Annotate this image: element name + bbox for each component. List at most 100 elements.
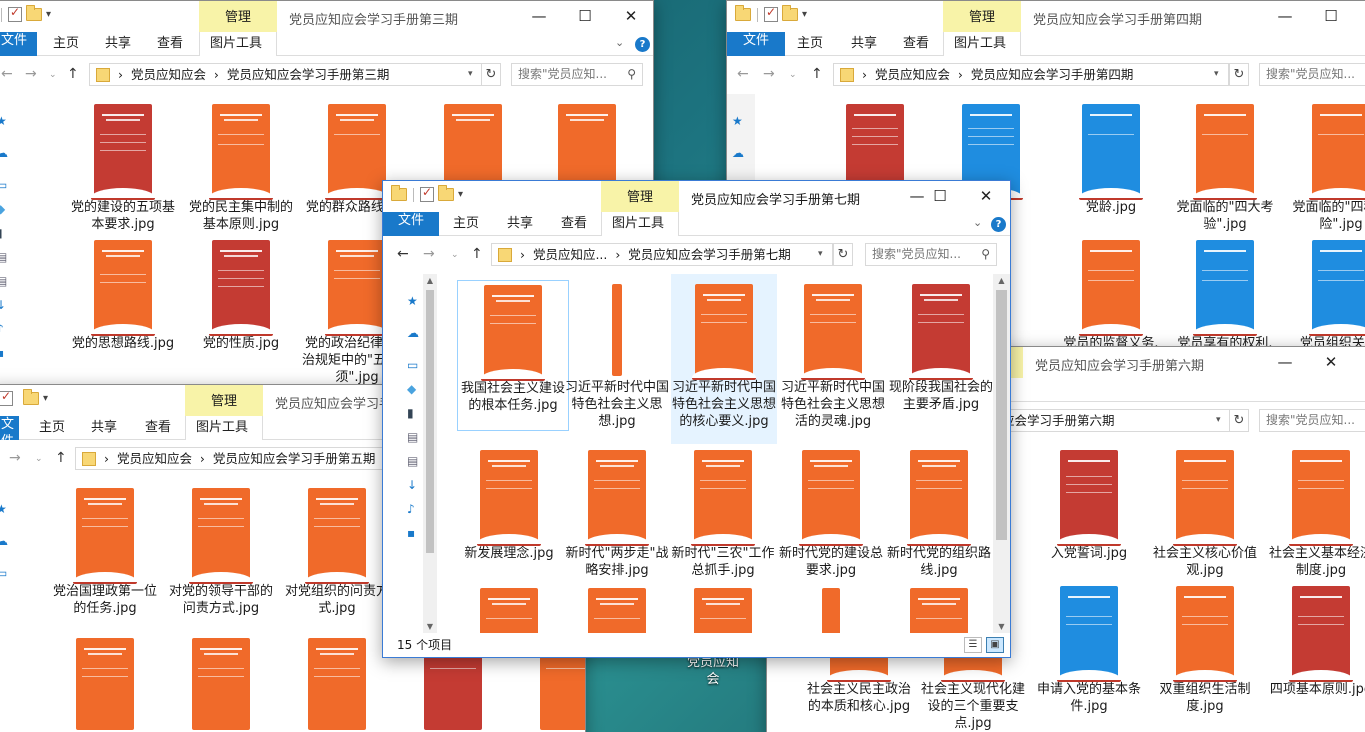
up-arrow-icon[interactable]: ↑ xyxy=(811,66,823,82)
file-item[interactable]: 党的民主集中制的基本原则.jpg xyxy=(185,104,297,233)
scroll-up-arrow[interactable]: ▲ xyxy=(423,276,437,285)
large-icons-view-button[interactable]: ▣ xyxy=(986,637,1004,653)
documents-icon[interactable]: ▤ xyxy=(0,274,7,288)
documents-icon[interactable]: ▤ xyxy=(407,454,418,468)
file-item[interactable]: 新时代党的组织路线.jpg xyxy=(883,450,993,579)
file-item[interactable] xyxy=(883,588,993,633)
file-item[interactable] xyxy=(775,588,887,633)
scroll-down-arrow[interactable]: ▼ xyxy=(993,622,1010,631)
help-icon[interactable]: ? xyxy=(991,217,1006,232)
3d-objects-icon[interactable]: ◆ xyxy=(0,202,5,216)
downloads-icon[interactable]: ↓ xyxy=(0,298,6,312)
file-item[interactable] xyxy=(281,638,393,732)
navigation-pane[interactable]: ★ ☁ ▭ ◆ ▮ ▤ ▤ ↓ ♪ ▪ xyxy=(383,274,423,633)
content-scrollbar[interactable]: ▲ ▼ xyxy=(993,274,1010,633)
desktop-icon[interactable]: ▪ xyxy=(0,346,4,360)
up-arrow-icon[interactable]: ↑ xyxy=(471,246,483,262)
file-item[interactable]: 申请入党的基本条件.jpg xyxy=(1033,586,1145,715)
new-folder-icon[interactable] xyxy=(438,185,454,201)
tab-picture-tools[interactable]: 图片工具 xyxy=(185,416,263,440)
file-list[interactable]: 我国社会主义建设的根本任务.jpg 习近平新时代中国特色社会主义思想.jpg 习… xyxy=(439,274,993,633)
window-issue-7[interactable]: ▾ 管理 党员应知应会学习手册第七期 — ☐ ✕ 文件 主页 共享 查看 图片工… xyxy=(382,180,1011,658)
this-pc-icon[interactable]: ▭ xyxy=(407,358,418,372)
new-folder-icon[interactable] xyxy=(26,5,42,21)
onedrive-icon[interactable]: ☁ xyxy=(732,146,744,160)
navigation-pane[interactable]: ★ ☁ ▭ xyxy=(0,478,17,732)
refresh-button[interactable]: ↻ xyxy=(833,243,853,266)
back-icon[interactable]: ← xyxy=(1,66,13,82)
tab-manage[interactable]: 管理 xyxy=(185,385,263,416)
file-item[interactable]: 党员组织关系. xyxy=(1285,240,1365,352)
navpane-scrollbar[interactable]: ▲ ▼ xyxy=(423,274,437,633)
tab-manage[interactable]: 管理 xyxy=(199,1,277,32)
new-folder-icon[interactable] xyxy=(782,5,798,21)
file-item[interactable]: 党的性质.jpg xyxy=(185,240,297,352)
this-pc-icon[interactable]: ▭ xyxy=(0,566,7,580)
address-bar[interactable]: › 党员应知应会 › 党员应知应会学习手册第五期 xyxy=(75,447,405,470)
breadcrumb-root[interactable]: 党员应知应... xyxy=(533,247,607,262)
tab-file[interactable]: 文件 xyxy=(0,416,19,449)
title-bar[interactable]: ▾ 管理 党员应知应会学习手册第四期 — ☐ xyxy=(727,1,1365,32)
properties-icon[interactable] xyxy=(420,185,434,202)
file-item[interactable]: 党龄.jpg xyxy=(1055,104,1167,216)
minimize-button[interactable]: — xyxy=(1262,347,1308,378)
scroll-up-arrow[interactable]: ▲ xyxy=(993,276,1010,285)
search-input[interactable]: 搜索"党员应知... xyxy=(1259,409,1365,432)
refresh-button[interactable]: ↻ xyxy=(1229,409,1249,432)
desktop-icon[interactable]: ▪ xyxy=(407,526,415,540)
breadcrumb-root[interactable]: 党员应知应会 xyxy=(117,451,192,466)
file-item[interactable]: 社会主义核心价值观.jpg xyxy=(1149,450,1261,579)
close-button[interactable]: ✕ xyxy=(608,1,653,32)
forward-icon[interactable]: → xyxy=(423,246,435,262)
file-item[interactable]: 新时代"两步走"战略安排.jpg xyxy=(561,450,673,579)
address-bar[interactable]: › 党员应知应会 › 党员应知应会学习手册第四期 ▾ xyxy=(833,63,1229,86)
tab-share[interactable]: 共享 xyxy=(81,416,127,440)
tab-picture-tools[interactable]: 图片工具 xyxy=(601,212,679,236)
tab-picture-tools[interactable]: 图片工具 xyxy=(199,32,277,56)
maximize-button[interactable]: ☐ xyxy=(562,1,608,32)
desktop-folder-label[interactable]: 党员应知 会 xyxy=(670,654,756,688)
back-icon[interactable]: → xyxy=(9,450,21,466)
file-item[interactable]: 我国社会主义建设的根本任务.jpg xyxy=(457,280,569,431)
chevron-down-icon[interactable]: ⌄ xyxy=(973,216,982,229)
properties-icon[interactable] xyxy=(8,5,22,22)
videos-icon[interactable]: ▮ xyxy=(0,226,3,240)
file-item[interactable]: 党的思想路线.jpg xyxy=(67,240,179,352)
music-icon[interactable]: ♪ xyxy=(407,502,415,516)
file-item[interactable]: 党面临的"四种危险".jpg xyxy=(1285,104,1365,233)
up-arrow-icon[interactable]: ↑ xyxy=(67,66,79,82)
file-item[interactable]: 新时代党的建设总要求.jpg xyxy=(775,450,887,579)
refresh-button[interactable]: ↻ xyxy=(1229,63,1249,86)
chevron-down-icon[interactable]: ▾ xyxy=(1216,410,1221,431)
file-item[interactable]: 习近平新时代中国特色社会主义思想.jpg xyxy=(561,280,673,430)
help-icon[interactable]: ? xyxy=(635,37,650,52)
onedrive-icon[interactable]: ☁ xyxy=(407,326,419,340)
back-icon[interactable]: ← xyxy=(737,66,749,82)
forward-icon[interactable]: → xyxy=(763,66,775,82)
quick-access-star-icon[interactable]: ★ xyxy=(732,114,743,128)
pictures-icon[interactable]: ▤ xyxy=(407,430,418,444)
tab-manage[interactable]: 管理 xyxy=(601,181,679,212)
file-item[interactable] xyxy=(49,638,161,732)
close-button[interactable]: ✕ xyxy=(1308,347,1354,378)
file-item[interactable]: 新发展理念.jpg xyxy=(453,450,565,562)
scrollbar-thumb[interactable] xyxy=(996,290,1007,540)
quick-access-star-icon[interactable]: ★ xyxy=(0,114,7,128)
file-item[interactable] xyxy=(667,588,779,633)
file-item[interactable]: 党员享有的权利. xyxy=(1169,240,1281,352)
navigation-pane[interactable]: ★ ☁ ▭ ◆ ▮ ▤ ▤ ↓ ♪ ▪ xyxy=(0,94,17,391)
chevron-down-icon[interactable]: ⌄ xyxy=(49,70,57,80)
tab-manage[interactable]: 管理 xyxy=(943,1,1021,32)
chevron-down-icon[interactable]: ⌄ xyxy=(789,70,797,80)
this-pc-icon[interactable]: ▭ xyxy=(0,178,7,192)
file-item[interactable] xyxy=(453,588,565,633)
forward-icon[interactable]: → xyxy=(25,66,37,82)
tab-share[interactable]: 共享 xyxy=(841,32,887,56)
breadcrumb-current[interactable]: 党员应知应会学习手册第三期 xyxy=(227,67,390,82)
file-item[interactable] xyxy=(165,638,277,732)
maximize-button[interactable]: ☐ xyxy=(1308,1,1354,32)
tab-home[interactable]: 主页 xyxy=(29,416,75,440)
new-folder-icon[interactable] xyxy=(23,389,39,405)
tab-file[interactable]: 文件 xyxy=(0,32,37,56)
search-input[interactable]: 搜索"党员应知... xyxy=(1259,63,1365,86)
